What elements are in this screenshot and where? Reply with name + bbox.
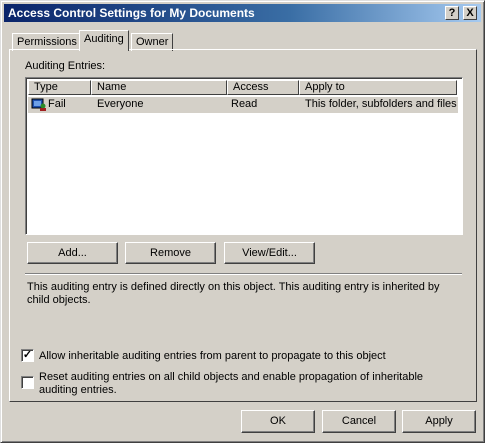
column-header-access[interactable]: Access: [227, 80, 299, 95]
row-type: Fail: [48, 98, 66, 110]
remove-button[interactable]: Remove: [125, 242, 216, 264]
entry-description: This auditing entry is defined directly …: [27, 281, 440, 306]
close-button[interactable]: X: [463, 6, 477, 20]
divider: [25, 273, 462, 275]
audit-users-icon: [31, 97, 47, 115]
auditing-entries-list[interactable]: Type Name Access Apply to Fail Everyone …: [25, 77, 463, 235]
access-control-dialog: Access Control Settings for My Documents…: [0, 0, 485, 443]
help-button[interactable]: ?: [445, 6, 459, 20]
title-bar[interactable]: Access Control Settings for My Documents…: [4, 4, 481, 22]
ok-button[interactable]: OK: [241, 410, 315, 433]
allow-inherit-checkbox[interactable]: ✓: [21, 349, 34, 362]
apply-button[interactable]: Apply: [402, 410, 476, 433]
reset-children-checkbox[interactable]: [21, 376, 34, 389]
view-edit-button[interactable]: View/Edit...: [224, 242, 315, 264]
table-row[interactable]: Fail Everyone Read This folder, subfolde…: [28, 97, 458, 113]
cancel-button[interactable]: Cancel: [322, 410, 396, 433]
row-name: Everyone: [97, 98, 144, 110]
add-button[interactable]: Add...: [27, 242, 118, 264]
auditing-entries-label: Auditing Entries:: [25, 60, 106, 72]
column-header-name[interactable]: Name: [91, 80, 227, 95]
tab-auditing[interactable]: Auditing: [79, 30, 129, 51]
row-apply-to: This folder, subfolders and files: [305, 98, 457, 110]
checkmark-icon: ✓: [22, 349, 33, 361]
tab-strip: Permissions Auditing Owner: [9, 29, 479, 51]
row-access: Read: [231, 98, 258, 110]
column-header-type[interactable]: Type: [28, 80, 91, 95]
window-title: Access Control Settings for My Documents: [8, 6, 255, 20]
allow-inherit-label: Allow inheritable auditing entries from …: [39, 350, 386, 362]
reset-children-label: Reset auditing entries on all child obje…: [39, 371, 424, 396]
column-header-apply-to[interactable]: Apply to: [299, 80, 457, 95]
